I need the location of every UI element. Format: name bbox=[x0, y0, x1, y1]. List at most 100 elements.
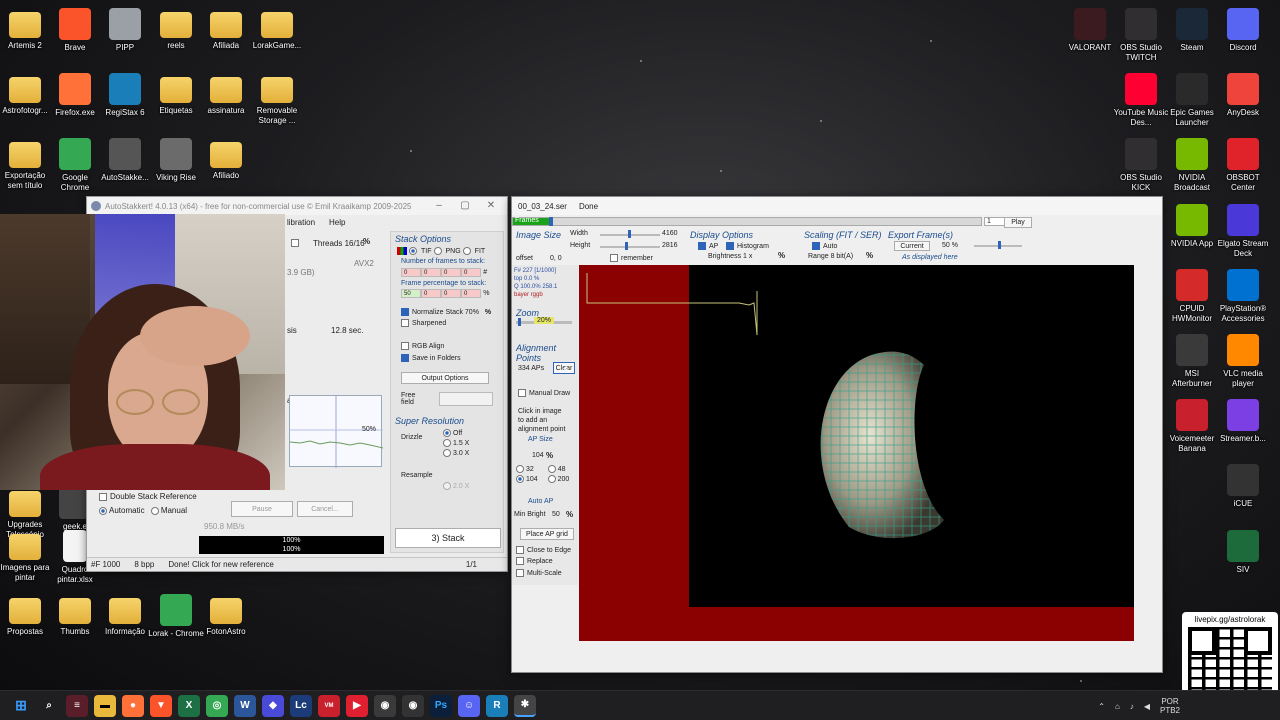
double-stack-row[interactable]: Double Stack Reference bbox=[99, 492, 197, 501]
ap-size-percent-icon[interactable]: % bbox=[546, 451, 553, 460]
height-slider-thumb[interactable] bbox=[625, 242, 628, 250]
ap-size-104-radio[interactable] bbox=[516, 475, 524, 484]
pct-input-2[interactable]: 0 bbox=[421, 289, 441, 298]
manual-radio[interactable] bbox=[150, 506, 159, 515]
desktop-icon[interactable]: VLC media player bbox=[1215, 334, 1271, 389]
fv-titlebar[interactable]: 00_03_24.ser Done bbox=[512, 197, 1162, 215]
obs-twitch-icon[interactable]: ◉ bbox=[374, 694, 396, 717]
desktop-icon[interactable]: Firefox.exe bbox=[47, 73, 103, 118]
sharpened-checkbox[interactable] bbox=[401, 319, 409, 327]
play-button[interactable]: Play bbox=[1004, 217, 1032, 228]
normalize-percent-icon[interactable]: % bbox=[485, 309, 491, 316]
brave-icon[interactable]: ▼ bbox=[150, 694, 172, 717]
free-field-input[interactable] bbox=[439, 392, 493, 406]
tray-mic-icon[interactable]: ♪ bbox=[1130, 702, 1134, 711]
threads-percent-icon[interactable]: % bbox=[363, 237, 370, 246]
desktop-icon[interactable]: Propostas bbox=[0, 594, 53, 637]
place-ap-grid-button[interactable]: Place AP grid bbox=[520, 528, 574, 540]
desktop-icon[interactable]: Afiliado bbox=[198, 138, 254, 181]
desktop-icon[interactable]: MSI Afterburner bbox=[1164, 334, 1220, 389]
search-icon[interactable]: ⌕ bbox=[38, 695, 60, 717]
desktop-icon[interactable]: Afiliada bbox=[198, 8, 254, 51]
autostakkert-taskbar-icon[interactable]: ✱ bbox=[514, 694, 536, 717]
manual-draw-checkbox[interactable] bbox=[518, 389, 526, 397]
desktop-icon[interactable]: PIPP bbox=[97, 8, 153, 53]
obs-kick-icon[interactable]: ◉ bbox=[402, 694, 424, 717]
pct-input-3[interactable]: 0 bbox=[441, 289, 461, 298]
desktop-icon[interactable]: Viking Rise bbox=[148, 138, 204, 183]
close-edge-checkbox[interactable] bbox=[516, 546, 524, 554]
replace-checkbox[interactable] bbox=[516, 557, 524, 565]
desktop-icon[interactable]: Steam bbox=[1164, 8, 1220, 53]
remember-checkbox[interactable] bbox=[610, 254, 618, 262]
file-explorer-icon[interactable]: ▬ bbox=[94, 694, 116, 717]
desktop-icon[interactable]: VALORANT bbox=[1062, 8, 1118, 53]
desktop-icon[interactable]: reels bbox=[148, 8, 204, 51]
ap-size-32-radio[interactable] bbox=[516, 465, 524, 474]
desktop-icon[interactable]: SIV bbox=[1215, 530, 1271, 575]
format-fit-radio[interactable] bbox=[462, 247, 471, 255]
registax-icon[interactable]: R bbox=[486, 694, 508, 717]
height-slider[interactable] bbox=[600, 246, 660, 248]
photoshop-icon[interactable]: Ps bbox=[430, 694, 452, 717]
threads-checkbox[interactable] bbox=[291, 239, 299, 247]
format-png-radio[interactable] bbox=[433, 247, 442, 255]
drizzle-off-row[interactable]: Off bbox=[443, 429, 462, 437]
pct-input-4[interactable]: 0 bbox=[461, 289, 481, 298]
auto-checkbox[interactable] bbox=[812, 242, 820, 250]
desktop-icon[interactable]: Brave bbox=[47, 8, 103, 53]
stellarium-icon[interactable]: ◆ bbox=[262, 694, 284, 717]
pct-input-1[interactable]: 50 bbox=[401, 289, 421, 298]
save-folders-row[interactable]: Save in Folders bbox=[391, 352, 503, 364]
desktop-icon[interactable]: Voicemeeter Banana bbox=[1164, 399, 1220, 454]
close-icon[interactable]: ✕ bbox=[477, 200, 505, 211]
desktop-icon[interactable]: Imagens para pintar bbox=[0, 530, 53, 583]
width-slider-thumb[interactable] bbox=[628, 230, 631, 238]
desktop-icon[interactable]: Informação bbox=[97, 594, 153, 637]
pause-button[interactable]: Pause bbox=[231, 501, 293, 517]
discord-icon[interactable]: ☺ bbox=[458, 694, 480, 717]
export-slider-thumb[interactable] bbox=[998, 241, 1001, 249]
frames-input-3[interactable]: 0 bbox=[441, 268, 461, 277]
lightroom-icon[interactable]: Lc bbox=[290, 694, 312, 717]
ap-checkbox[interactable] bbox=[698, 242, 706, 250]
replace-row[interactable]: Replace bbox=[516, 557, 553, 565]
close-edge-row[interactable]: Close to Edge bbox=[516, 546, 571, 554]
normalize-checkbox[interactable] bbox=[401, 308, 409, 316]
remember-row[interactable]: remember bbox=[610, 254, 653, 262]
desktop-icon[interactable]: YouTube Music Des... bbox=[1113, 73, 1169, 128]
desktop-icon[interactable]: Thumbs bbox=[47, 594, 103, 637]
format-tif-radio[interactable] bbox=[409, 247, 417, 255]
maximize-icon[interactable]: ▢ bbox=[451, 200, 479, 211]
desktop-icon[interactable]: Elgato Stream Deck bbox=[1215, 204, 1271, 259]
tray-chevron-icon[interactable]: ⌃ bbox=[1098, 702, 1105, 711]
drizzle-30-radio[interactable] bbox=[443, 449, 451, 457]
frames-slider[interactable]: Frames bbox=[512, 217, 982, 226]
stack-button[interactable]: 3) Stack bbox=[395, 528, 501, 548]
ap-size-48-radio[interactable] bbox=[547, 465, 556, 474]
rgb-align-row[interactable]: RGB Align bbox=[391, 328, 503, 352]
desktop-icon[interactable]: AnyDesk bbox=[1215, 73, 1271, 118]
sharpened-row[interactable]: Sharpened bbox=[391, 318, 503, 328]
multi-scale-checkbox[interactable] bbox=[516, 569, 524, 577]
resample-row[interactable]: 2.0 X bbox=[443, 482, 469, 490]
zoom-slider-thumb[interactable] bbox=[518, 318, 521, 326]
desktop-icon[interactable]: NVIDIA App bbox=[1164, 204, 1220, 249]
as-titlebar[interactable]: AutoStakkert! 4.0.13 (x64) - free for no… bbox=[87, 197, 507, 215]
histogram-row[interactable]: Histogram bbox=[726, 242, 769, 250]
chrome-icon[interactable]: ◎ bbox=[206, 694, 228, 717]
minimize-icon[interactable]: – bbox=[425, 200, 453, 211]
cancel-button[interactable]: Cancel... bbox=[297, 501, 353, 517]
start-icon[interactable]: ⊞ bbox=[10, 695, 32, 717]
drizzle-15-row[interactable]: 1.5 X bbox=[443, 439, 469, 447]
auto-row[interactable]: Auto bbox=[812, 242, 837, 250]
app-sun-icon[interactable]: ≡ bbox=[66, 694, 88, 717]
desktop-icon[interactable]: AutoStakke... bbox=[97, 138, 153, 183]
tray-network-icon[interactable]: ⌂ bbox=[1115, 702, 1120, 711]
resample-radio[interactable] bbox=[443, 482, 451, 490]
output-options-button[interactable]: Output Options bbox=[401, 372, 489, 384]
desktop-icon[interactable]: FotonAstro bbox=[198, 594, 254, 637]
youtube-music-icon[interactable]: ▶ bbox=[346, 694, 368, 717]
desktop-icon[interactable]: Removable Storage ... bbox=[249, 73, 305, 126]
word-icon[interactable]: W bbox=[234, 694, 256, 717]
